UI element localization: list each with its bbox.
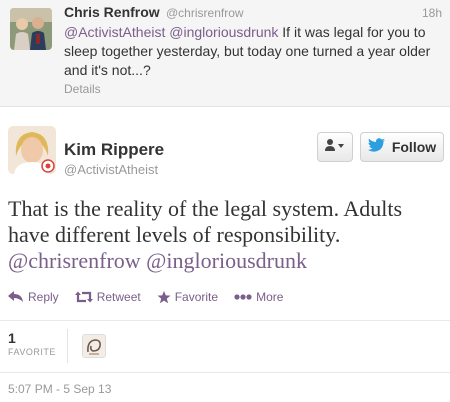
parent-text-line1: If it was legal for you to	[278, 24, 426, 40]
author-avatar[interactable]	[8, 126, 56, 174]
reply-icon	[8, 291, 24, 303]
mention-link[interactable]: @ActivistAtheist	[64, 24, 165, 40]
mention-link[interactable]: @ingloriousdrunk	[169, 24, 278, 40]
reply-label: Reply	[28, 290, 59, 304]
parent-tweet-text: @ActivistAtheist @ingloriousdrunk If it …	[64, 23, 440, 80]
follow-button[interactable]: Follow	[360, 132, 444, 162]
retweet-icon	[74, 291, 93, 303]
favorite-button[interactable]: Favorite	[157, 290, 218, 304]
follow-label: Follow	[391, 139, 437, 155]
mention-link[interactable]: @chrisrenfrow	[8, 248, 141, 273]
tweet-text-line2: have different levels of responsibility.	[8, 222, 341, 247]
author-handle[interactable]: @ActivistAtheist	[64, 162, 158, 177]
parent-author-name[interactable]: Chris Renfrow	[64, 4, 160, 20]
parent-text-line3: and it's not...?	[64, 62, 151, 78]
retweet-label: Retweet	[96, 290, 141, 304]
twitter-bird-icon	[367, 138, 386, 156]
parent-text-line2: sleep together yesterday, but today one …	[64, 43, 431, 59]
tweet-actions: Reply Retweet Favorite More	[8, 290, 299, 304]
author-name[interactable]: Kim Rippere	[64, 140, 164, 160]
divider	[0, 320, 450, 321]
tweet-text: That is the reality of the legal system.…	[8, 196, 442, 274]
star-icon	[157, 290, 171, 304]
tweet-timestamp[interactable]: 5:07 PM - 5 Sep 13	[8, 382, 111, 396]
retweet-button[interactable]: Retweet	[74, 290, 141, 304]
stats-separator	[67, 329, 68, 363]
user-actions-button[interactable]	[317, 132, 353, 162]
favoriter-avatar[interactable]	[82, 334, 106, 358]
details-link[interactable]: Details	[64, 82, 101, 96]
favorite-count-label: FAVORITE	[8, 347, 56, 357]
tweet-text-line1: That is the reality of the legal system.…	[8, 196, 403, 221]
parent-tweet[interactable]: Chris Renfrow @chrisrenfrow 18h @Activis…	[0, 0, 450, 107]
more-dots-icon	[234, 294, 252, 300]
favorite-count[interactable]: 1	[8, 330, 16, 346]
favorite-label: Favorite	[174, 290, 219, 304]
more-button[interactable]: More	[234, 290, 283, 304]
reply-button[interactable]: Reply	[8, 290, 59, 304]
user-dropdown-icon	[325, 138, 345, 157]
parent-timestamp[interactable]: 18h	[422, 6, 442, 20]
parent-author-handle[interactable]: @chrisrenfrow	[166, 6, 244, 20]
mention-link[interactable]: @ingloriousdrunk	[146, 248, 307, 273]
more-label: More	[256, 290, 284, 304]
divider	[0, 372, 450, 373]
parent-avatar[interactable]	[10, 8, 52, 50]
